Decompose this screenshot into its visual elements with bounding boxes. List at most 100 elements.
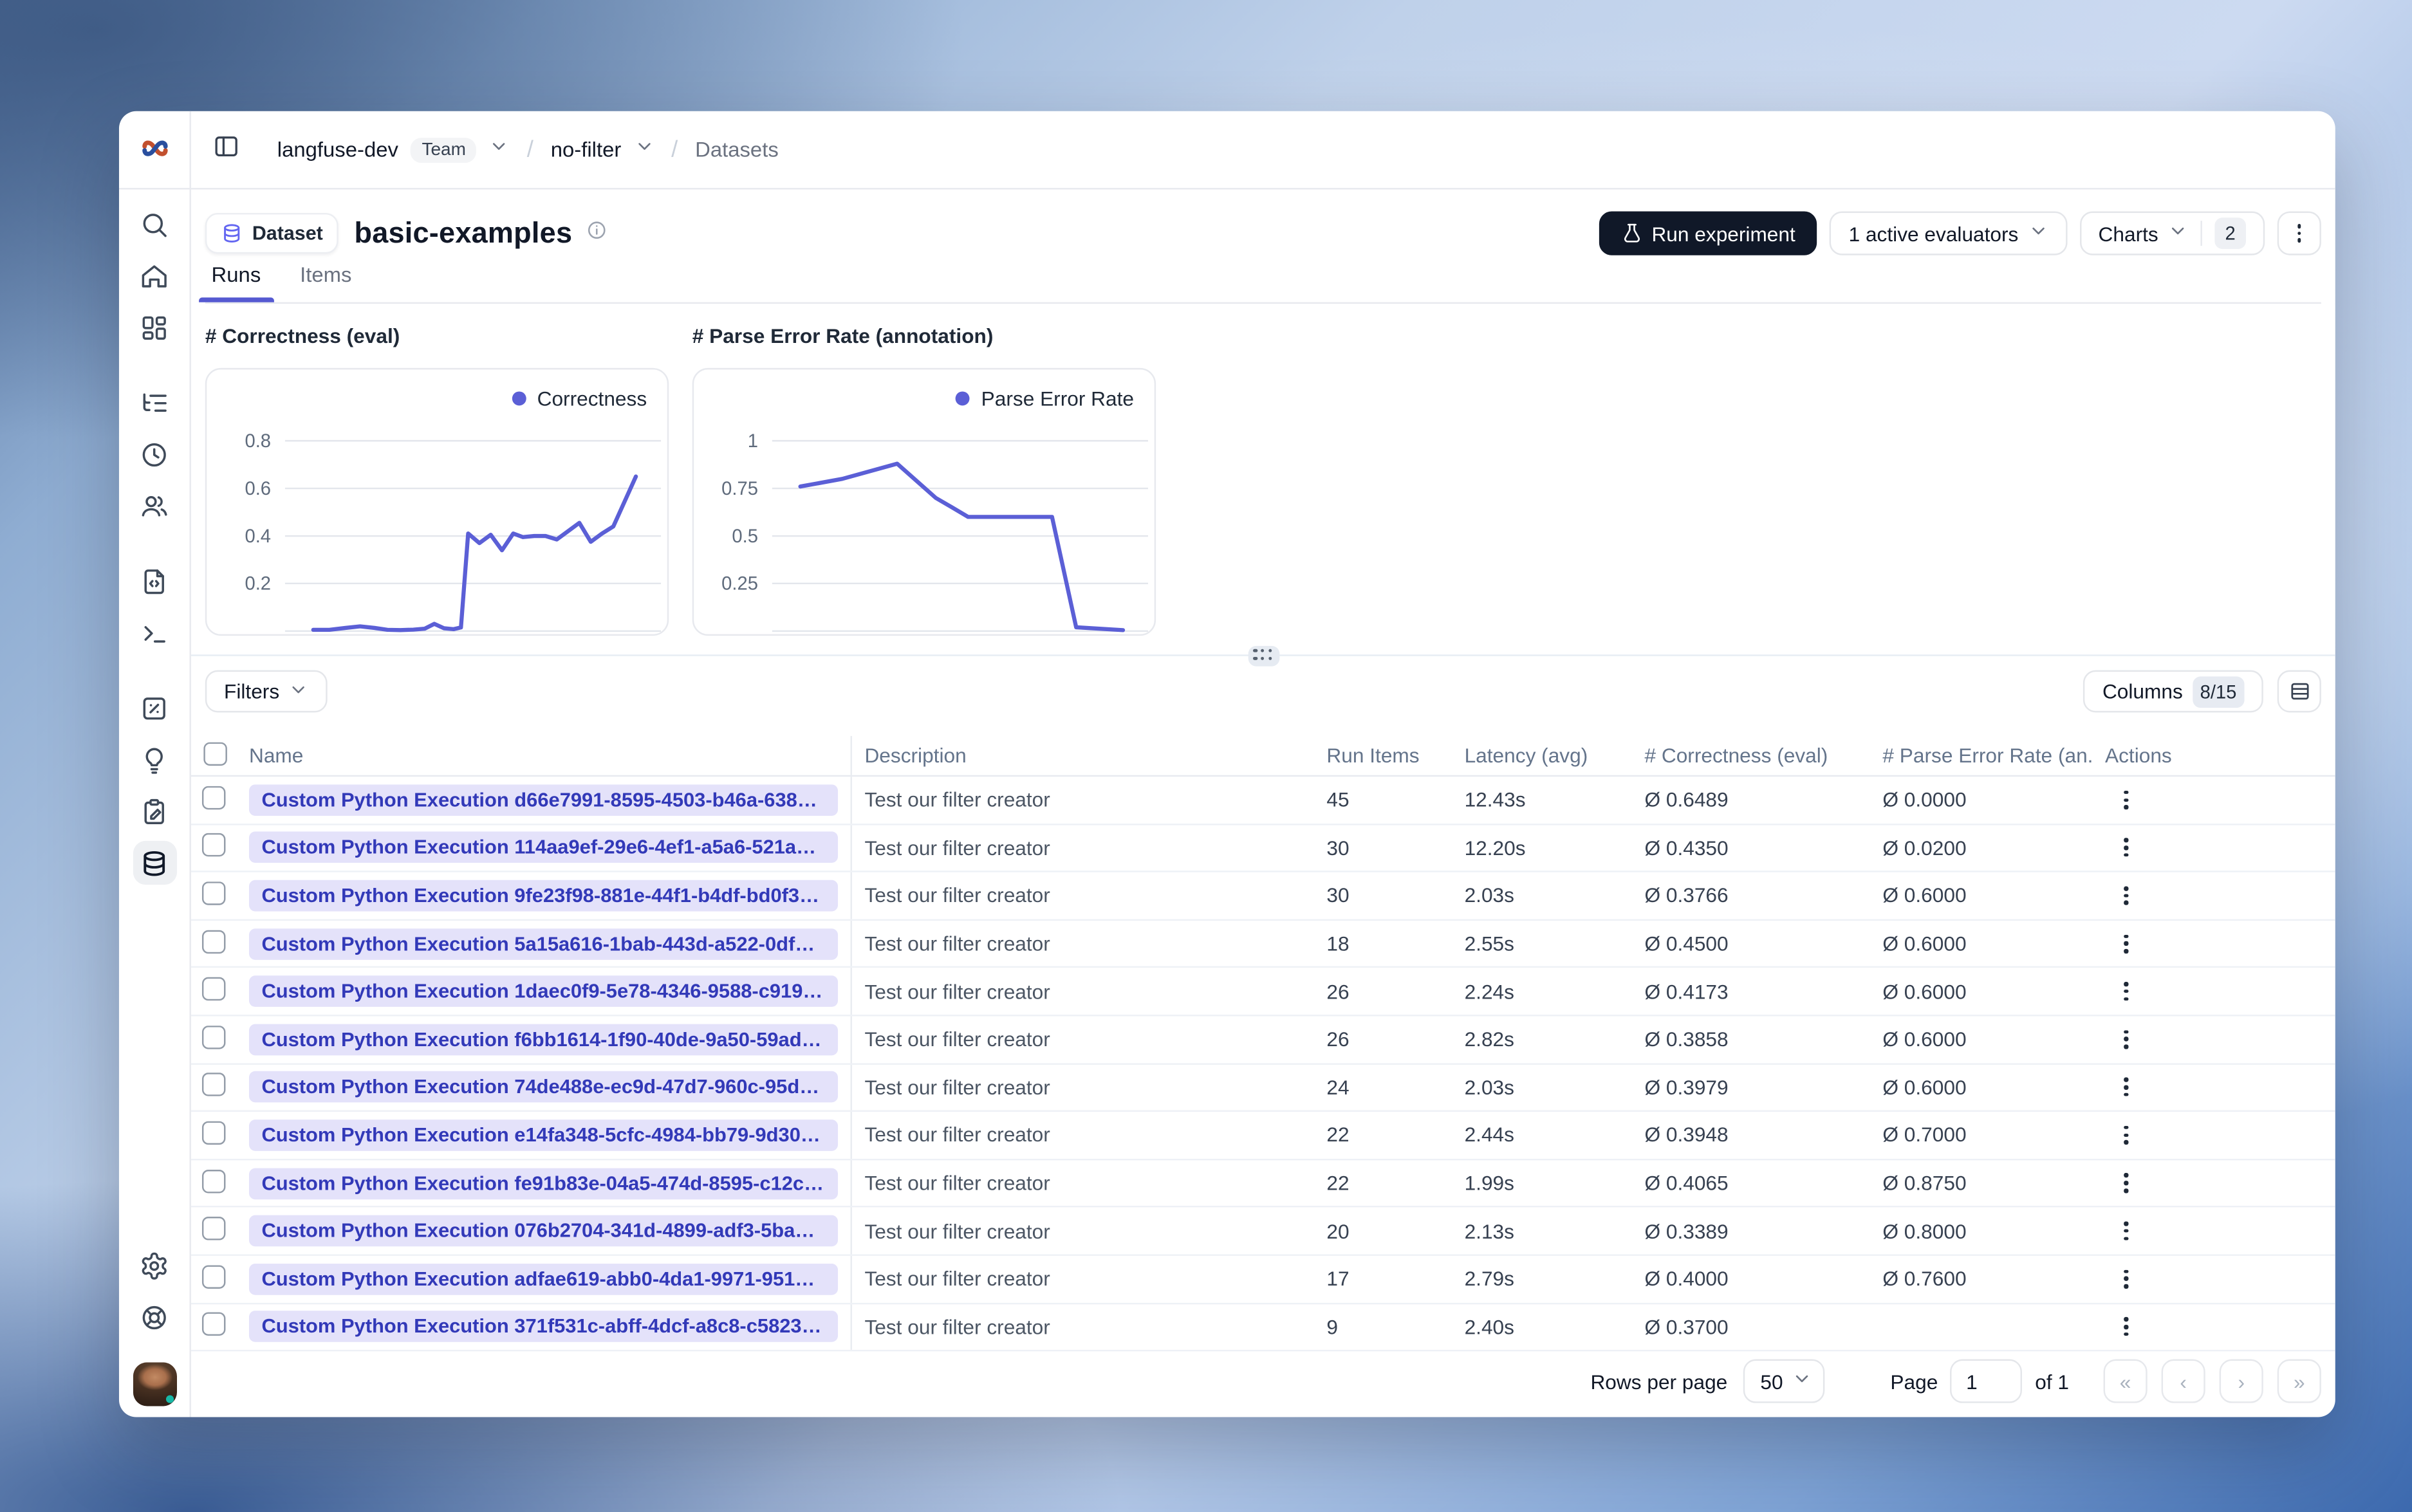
run-name-link[interactable]: Custom Python Execution d66e7991-8595-45… [248, 784, 839, 816]
run-name-link[interactable]: Custom Python Execution f6bb1614-1f90-40… [248, 1024, 839, 1055]
table-row[interactable]: Custom Python Execution f6bb1614-1f90-40… [190, 1016, 2335, 1064]
support-lifebuoy-icon[interactable] [133, 1295, 176, 1339]
run-correctness-avg: Ø 0.3766 [1644, 883, 1729, 908]
page-title: basic-examples [354, 216, 573, 249]
playground-terminal-icon[interactable] [133, 611, 176, 654]
run-experiment-button[interactable]: Run experiment [1598, 211, 1817, 255]
run-name-link[interactable]: Custom Python Execution e14fa348-5cfc-49… [248, 1120, 839, 1151]
row-actions-kebab-icon[interactable] [2124, 934, 2128, 954]
row-checkbox[interactable] [201, 977, 226, 1001]
users-icon[interactable] [133, 484, 176, 528]
sidebar-toggle-icon[interactable] [213, 133, 239, 167]
user-avatar[interactable] [132, 1362, 176, 1406]
row-actions-kebab-icon[interactable] [2124, 1221, 2128, 1241]
row-checkbox[interactable] [201, 1121, 226, 1145]
column-header-parse-error-rate[interactable]: # Parse Error Rate (an... [1870, 744, 2092, 768]
active-evaluators-button[interactable]: 1 active evaluators [1830, 211, 2067, 255]
column-header-run-items[interactable]: Run Items [1314, 744, 1452, 768]
row-checkbox[interactable] [201, 1073, 226, 1097]
sessions-clock-icon[interactable] [133, 432, 176, 476]
row-actions-kebab-icon[interactable] [2124, 838, 2128, 858]
chevron-down-icon[interactable] [489, 136, 510, 164]
row-checkbox[interactable] [201, 1313, 226, 1336]
select-all-checkbox[interactable] [203, 741, 227, 765]
run-items-count: 22 [1326, 1123, 1350, 1147]
dashboard-icon[interactable] [133, 306, 176, 349]
row-height-button[interactable] [2277, 670, 2321, 713]
run-name-link[interactable]: Custom Python Execution 076b2704-341d-48… [248, 1215, 839, 1247]
drag-handle[interactable] [1247, 645, 1279, 666]
run-name-link[interactable]: Custom Python Execution fe91b83e-04a5-47… [248, 1167, 839, 1199]
table-row[interactable]: Custom Python Execution 9fe23f98-881e-44… [190, 872, 2335, 921]
next-page-button[interactable]: › [2219, 1359, 2263, 1403]
search-icon[interactable] [133, 202, 176, 246]
run-name-link[interactable]: Custom Python Execution 1daec0f9-5e78-43… [248, 975, 839, 1008]
run-description: Test our filter creator [864, 1171, 1050, 1195]
home-icon[interactable] [133, 254, 176, 297]
insights-lightbulb-icon[interactable] [133, 737, 176, 781]
row-actions-kebab-icon[interactable] [2124, 886, 2128, 905]
run-name-link[interactable]: Custom Python Execution 114aa9ef-29e6-4e… [248, 832, 839, 863]
last-page-button[interactable]: » [2277, 1359, 2321, 1403]
table-row[interactable]: Custom Python Execution fe91b83e-04a5-47… [190, 1159, 2335, 1208]
table-row[interactable]: Custom Python Execution adfae619-abb0-4d… [190, 1255, 2335, 1304]
tracing-icon[interactable] [133, 380, 176, 424]
run-name-link[interactable]: Custom Python Execution 5a15a616-1bab-44… [248, 928, 839, 959]
run-name-link[interactable]: Custom Python Execution 371f531c-abff-4d… [248, 1311, 839, 1343]
tab-runs[interactable]: Runs [199, 263, 273, 302]
table-row[interactable]: Custom Python Execution e14fa348-5cfc-49… [190, 1112, 2335, 1160]
previous-page-button[interactable]: ‹ [2161, 1359, 2205, 1403]
settings-gear-icon[interactable] [133, 1243, 176, 1287]
row-actions-kebab-icon[interactable] [2124, 1125, 2128, 1145]
row-checkbox[interactable] [201, 1217, 226, 1240]
row-actions-kebab-icon[interactable] [2124, 1174, 2128, 1193]
run-name-link[interactable]: Custom Python Execution 74de488e-ec9d-47… [248, 1071, 839, 1103]
table-row[interactable]: Custom Python Execution 371f531c-abff-4d… [190, 1304, 2335, 1352]
rows-per-page-select[interactable]: 50 [1743, 1359, 1825, 1403]
table-row[interactable]: Custom Python Execution 114aa9ef-29e6-4e… [190, 824, 2335, 873]
prompts-file-code-icon[interactable] [133, 559, 176, 603]
row-checkbox[interactable] [201, 786, 226, 809]
run-name-link[interactable]: Custom Python Execution adfae619-abb0-4d… [248, 1263, 839, 1295]
table-row[interactable]: Custom Python Execution 5a15a616-1bab-44… [190, 920, 2335, 968]
evaluation-percent-icon[interactable] [133, 686, 176, 730]
row-actions-kebab-icon[interactable] [2124, 790, 2128, 809]
column-header-description[interactable]: Description [852, 744, 1314, 768]
row-actions-kebab-icon[interactable] [2124, 982, 2128, 1001]
row-actions-kebab-icon[interactable] [2124, 1269, 2128, 1289]
chevron-down-icon[interactable] [634, 136, 654, 164]
row-checkbox[interactable] [201, 881, 226, 905]
first-page-button[interactable]: « [2103, 1359, 2148, 1403]
page-number-input[interactable] [1950, 1359, 2023, 1403]
breadcrumb-section[interactable]: Datasets [695, 138, 779, 161]
row-checkbox[interactable] [201, 1025, 226, 1049]
table-row[interactable]: Custom Python Execution 1daec0f9-5e78-43… [190, 968, 2335, 1017]
table-row[interactable]: Custom Python Execution d66e7991-8595-45… [190, 777, 2335, 825]
datasets-database-icon[interactable] [132, 840, 176, 885]
table-row[interactable]: Custom Python Execution 74de488e-ec9d-47… [190, 1064, 2335, 1112]
column-header-correctness[interactable]: # Correctness (eval) [1632, 744, 1870, 768]
row-checkbox[interactable] [201, 1264, 226, 1289]
row-actions-kebab-icon[interactable] [2124, 1029, 2128, 1049]
info-icon[interactable] [586, 219, 608, 248]
run-description: Test our filter creator [864, 1314, 1050, 1339]
run-name-link[interactable]: Custom Python Execution 9fe23f98-881e-44… [248, 880, 839, 912]
chevron-down-icon [2028, 221, 2048, 246]
charts-button[interactable]: Charts 2 [2079, 211, 2265, 255]
breadcrumb-project[interactable]: langfuse-dev [277, 138, 398, 161]
column-header-name[interactable]: Name [236, 735, 852, 775]
row-checkbox[interactable] [201, 833, 226, 858]
tab-items[interactable]: Items [293, 263, 358, 302]
run-description: Test our filter creator [864, 1219, 1050, 1243]
filters-button[interactable]: Filters [205, 670, 328, 713]
row-checkbox[interactable] [201, 929, 226, 954]
columns-button[interactable]: Columns 8/15 [2083, 670, 2263, 713]
table-row[interactable]: Custom Python Execution 076b2704-341d-48… [190, 1208, 2335, 1256]
row-checkbox[interactable] [201, 1168, 226, 1193]
column-header-latency[interactable]: Latency (avg) [1452, 744, 1632, 768]
row-actions-kebab-icon[interactable] [2124, 1317, 2128, 1336]
annotation-clipboard-icon[interactable] [133, 789, 176, 833]
breadcrumb-environment[interactable]: no-filter [551, 138, 622, 161]
row-actions-kebab-icon[interactable] [2124, 1078, 2128, 1097]
more-actions-button[interactable] [2277, 211, 2321, 255]
